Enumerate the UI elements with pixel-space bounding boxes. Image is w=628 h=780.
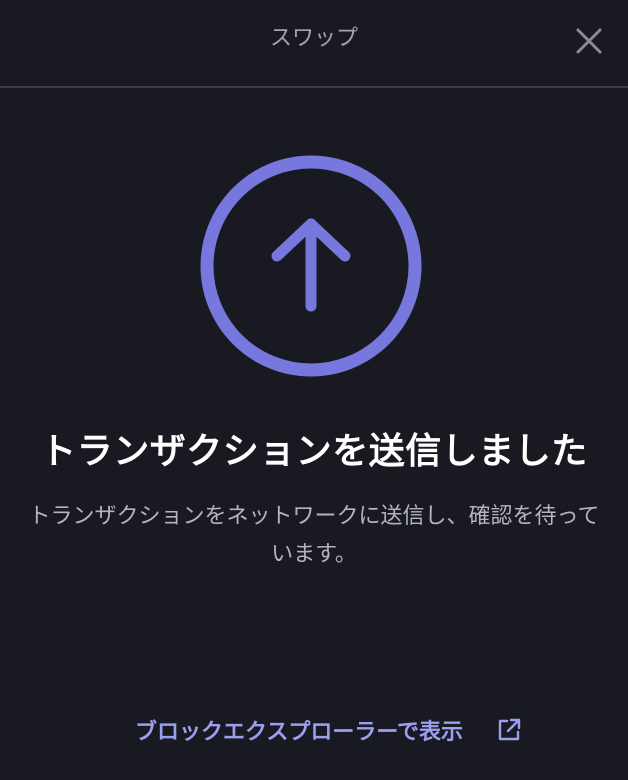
status-description: トランザクションをネットワークに送信し、確認を待っています。 — [28, 504, 600, 567]
external-link-icon — [498, 718, 521, 741]
status-headline: トランザクションを送信しました — [40, 431, 588, 472]
close-button[interactable] — [572, 24, 606, 58]
swap-modal: スワップ トランザクションを送信しました トランザクションをネットワークに送信し… — [0, 0, 628, 780]
block-explorer-link-label: ブロックエクスプローラーで表示 — [134, 720, 464, 745]
block-explorer-link[interactable]: ブロックエクスプローラーで表示 — [0, 710, 628, 750]
close-icon — [576, 28, 602, 54]
arrow-up-circle-icon — [200, 155, 422, 377]
modal-title: スワップ — [269, 26, 358, 51]
modal-header: スワップ — [0, 0, 628, 88]
